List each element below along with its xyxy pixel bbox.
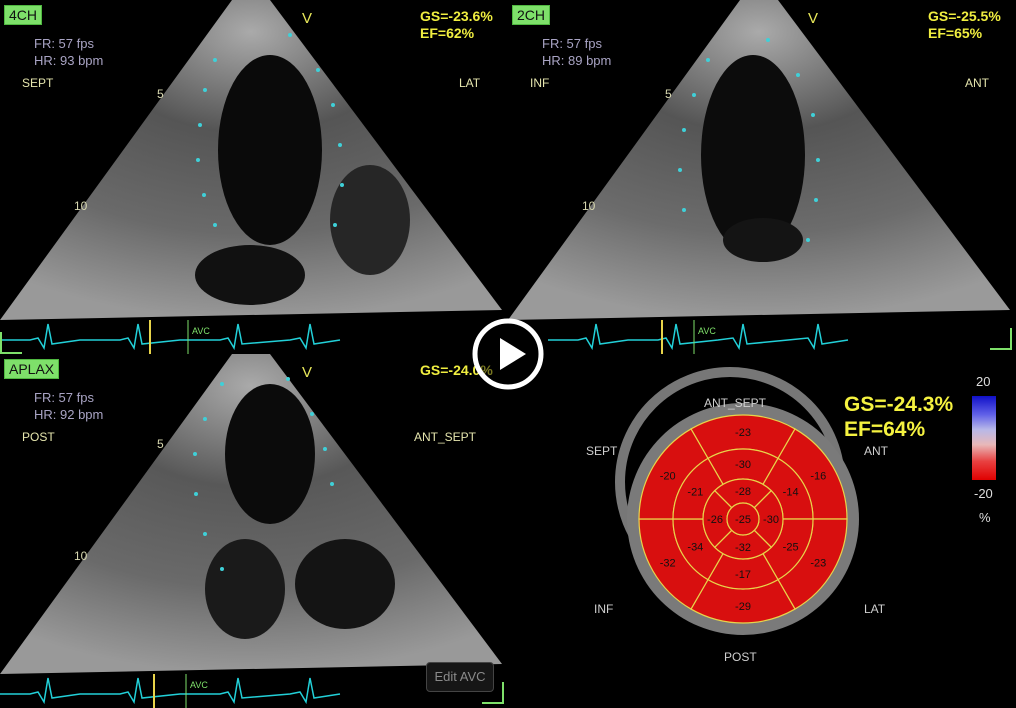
basal-segment-value: -20 [660, 471, 676, 483]
basal-segment-value: -23 [735, 427, 751, 439]
heart-rate: HR: 89 bpm [542, 53, 612, 68]
view-tag[interactable]: 2CH [512, 5, 551, 25]
direction-left: INF [530, 76, 550, 90]
gs-value: GS=-23.6% [420, 8, 493, 24]
depth-10: 10 [74, 199, 88, 213]
ecg-trace-4ch: AVC [0, 320, 341, 354]
orientation-marker: V [302, 364, 313, 381]
apical-segment-value: -32 [735, 542, 751, 554]
gs-ef-readout: GS=-25.5% EF=65% [928, 8, 1001, 42]
depth-5: 5 [665, 87, 672, 101]
frame-rate: FR: 57 fps [34, 36, 94, 51]
mid-segment-value: -21 [687, 487, 703, 499]
frame-corner [990, 328, 1012, 350]
label-post: POST [724, 650, 757, 664]
play-button[interactable] [472, 318, 544, 390]
avc-marker: AVC [192, 326, 210, 336]
scale-unit: % [979, 510, 991, 525]
mid-segment-value: -17 [735, 569, 751, 581]
direction-right: LAT [459, 76, 481, 90]
mid-segment-value: -34 [687, 542, 703, 554]
orientation-marker: V [302, 10, 313, 27]
ef-value: EF=62% [420, 25, 475, 41]
depth-10: 10 [74, 549, 88, 563]
depth-5: 5 [157, 87, 164, 101]
view-aplax[interactable]: APLAX FR: 57 fps HR: 92 bpm POST ANT_SEP… [0, 354, 508, 708]
mid-segment-value: -25 [783, 542, 799, 554]
ef-value: EF=65% [928, 25, 983, 41]
scale-min: -20 [974, 486, 993, 501]
gs-value: GS=-24.3% [844, 393, 954, 416]
global-strain-readout: GS=-24.3% EF=64% [844, 392, 953, 442]
bullseye-panel: -23 -16 -23 -29 -32 -20 -30 -14 -25 -17 -34 -21 -28 -… [508, 354, 1016, 708]
label-ant-sept: ANT_SEPT [704, 396, 767, 410]
view-2ch[interactable]: 2CH FR: 57 fps HR: 89 bpm INF ANT V GS=-… [508, 0, 1016, 354]
color-scale [972, 396, 996, 480]
frame-rate: FR: 57 fps [542, 36, 602, 51]
apex-segment-value: -25 [735, 514, 751, 526]
basal-segment-value: -23 [810, 558, 826, 570]
depth-5: 5 [157, 437, 164, 451]
view-tag[interactable]: APLAX [4, 359, 60, 379]
heart-rate: HR: 92 bpm [34, 407, 104, 422]
scale-max: 20 [976, 374, 991, 389]
direction-right: ANT [965, 76, 989, 90]
orientation-marker: V [808, 10, 819, 27]
edit-avc-button[interactable]: Edit AVC [426, 662, 494, 692]
heart-rate: HR: 93 bpm [34, 53, 104, 68]
direction-left: POST [22, 430, 55, 444]
ecg-trace-2ch: AVC [548, 320, 849, 354]
avc-marker: AVC [698, 326, 716, 336]
mid-segment-value: -14 [783, 487, 799, 499]
label-lat: LAT [864, 602, 886, 616]
avc-marker: AVC [190, 680, 208, 690]
frame-corner [0, 332, 22, 354]
label-sept: SEPT [586, 444, 618, 458]
view-tag[interactable]: 4CH [4, 5, 43, 25]
apical-segment-value: -28 [735, 486, 751, 498]
direction-right: ANT_SEPT [414, 430, 477, 444]
view-4ch[interactable]: 4CH FR: 57 fps HR: 93 bpm SEPT LAT V GS=… [0, 0, 508, 354]
basal-segment-value: -29 [735, 601, 751, 613]
depth-10: 10 [582, 199, 596, 213]
apical-segment-value: -26 [707, 514, 723, 526]
apical-segment-value: -30 [763, 514, 779, 526]
basal-segment-value: -32 [660, 558, 676, 570]
mid-segment-value: -30 [735, 459, 751, 471]
direction-left: SEPT [22, 76, 54, 90]
label-inf: INF [594, 602, 614, 616]
label-ant: ANT [864, 444, 888, 458]
frame-rate: FR: 57 fps [34, 390, 94, 405]
basal-segment-value: -16 [810, 471, 826, 483]
gs-value: GS=-25.5% [928, 8, 1001, 24]
ef-value: EF=64% [844, 418, 926, 441]
gs-ef-readout: GS=-23.6% EF=62% [420, 8, 493, 42]
